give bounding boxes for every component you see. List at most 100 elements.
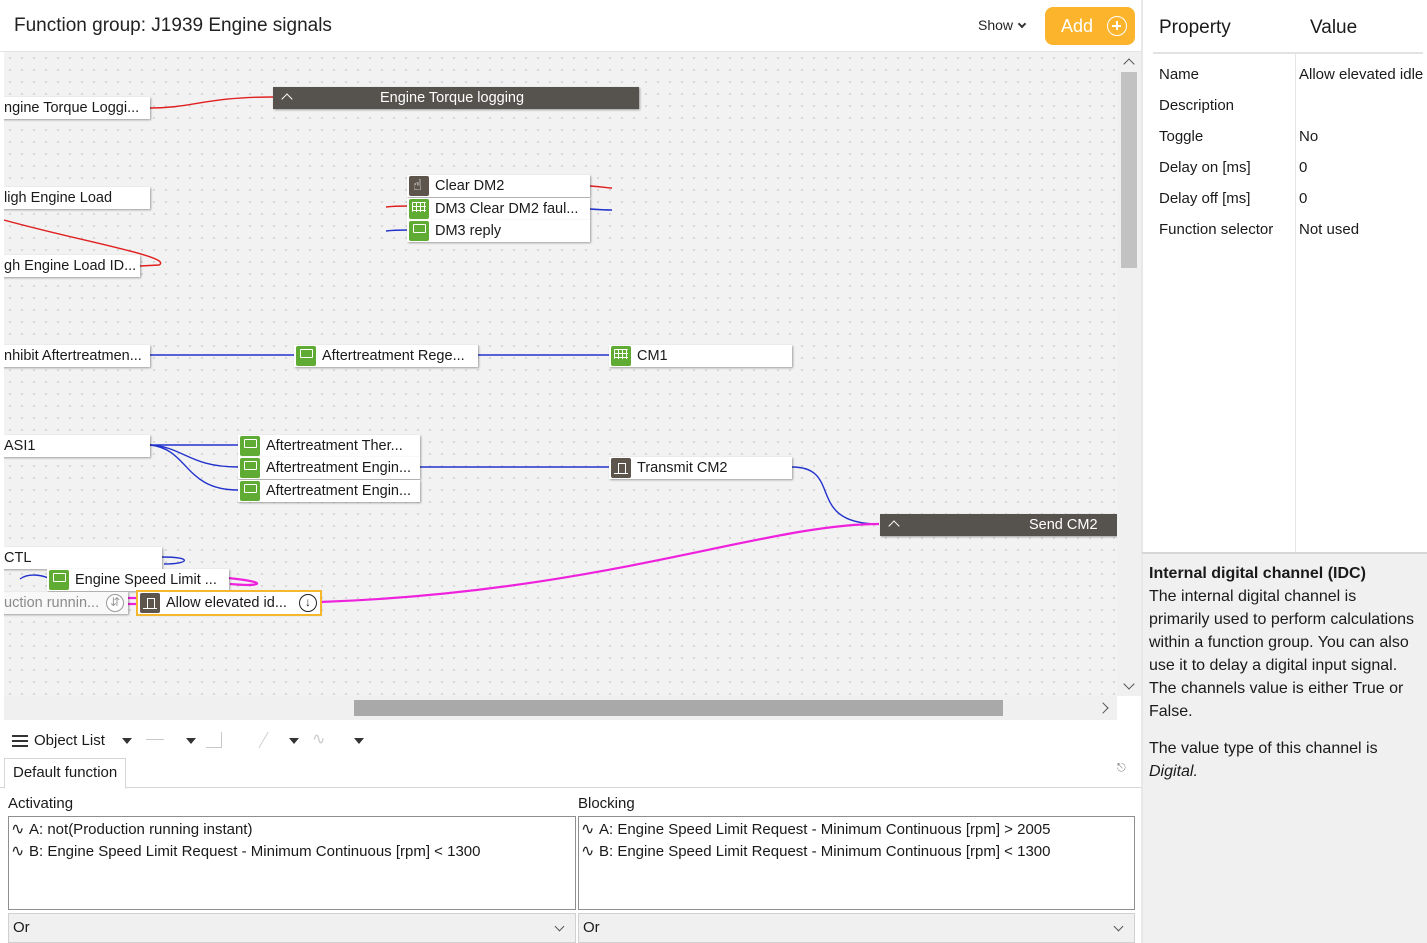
ramp-dropdown-icon[interactable] <box>289 738 299 744</box>
ramp-icon[interactable] <box>241 732 269 748</box>
function-tab-row: Default function ⎋ <box>0 758 1141 789</box>
node-aftertreatment-engin-2[interactable]: Aftertreatment Engin... <box>238 480 420 502</box>
node-high-engine-load[interactable]: ligh Engine Load <box>4 187 150 209</box>
wire-dm3-blue-out <box>589 208 613 211</box>
operator-value: Or <box>13 919 30 936</box>
node-engine-speed-limit[interactable]: Engine Speed Limit ... <box>47 569 229 591</box>
channel-icon <box>409 221 429 241</box>
property-row-delay-off[interactable]: Delay off [ms] 0 <box>1159 190 1307 212</box>
blocking-conditions[interactable]: ∿ A: Engine Speed Limit Request - Minimum… <box>578 816 1135 910</box>
condition-text: A: not(Production running instant) <box>29 821 253 838</box>
wire-ctl <box>161 556 185 565</box>
scroll-right-icon[interactable] <box>1097 702 1109 714</box>
property-key: Toggle <box>1159 128 1204 145</box>
pulse-icon <box>140 593 160 613</box>
condition-row[interactable]: ∿ B: Engine Speed Limit Request - Minimum… <box>581 841 1050 863</box>
property-key: Name <box>1159 66 1200 83</box>
chevron-up-icon <box>888 520 900 532</box>
show-label: Show <box>978 17 1014 33</box>
node-label: Aftertreatment Ther... <box>266 438 403 454</box>
node-label: Aftertreatment Rege... <box>322 348 465 364</box>
tab-default-function[interactable]: Default function <box>4 758 127 789</box>
hand-icon <box>409 175 429 197</box>
up-down-icon[interactable]: ⇵ <box>106 594 124 612</box>
wire-dm3-reply <box>385 229 409 232</box>
group-engine-torque-logging[interactable]: Engine Torque logging <box>273 87 639 109</box>
property-row-description[interactable]: Description <box>1159 97 1234 119</box>
property-value[interactable]: Not used <box>1299 221 1359 238</box>
show-dropdown[interactable]: Show <box>978 17 1027 33</box>
scroll-thumb[interactable] <box>354 700 1003 716</box>
wave-icon[interactable]: ∿ <box>312 729 325 748</box>
step-icon[interactable] <box>206 732 222 748</box>
scroll-down-icon[interactable] <box>1123 678 1135 690</box>
condition-row[interactable]: ∿ A: Engine Speed Limit Request - Minimum… <box>581 819 1050 841</box>
scroll-thumb[interactable] <box>1121 72 1137 268</box>
line-style-icon[interactable] <box>146 739 164 755</box>
node-high-engine-load-id[interactable]: gh Engine Load ID... <box>4 255 140 277</box>
node-allow-elevated-idle[interactable]: Allow elevated id... ↓ <box>136 590 322 616</box>
property-row-name[interactable]: Name Allow elevated idle <box>1159 66 1423 88</box>
node-label: Allow elevated id... <box>166 595 287 611</box>
object-list-dropdown-icon[interactable] <box>122 738 132 744</box>
grid-icon <box>409 199 429 219</box>
node-transmit-cm2[interactable]: Transmit CM2 <box>609 457 792 479</box>
help-value-type: The value type of this channel is Digita… <box>1149 737 1421 783</box>
blocking-operator-select[interactable]: Or <box>578 913 1135 943</box>
object-list-button[interactable]: Object List <box>12 732 105 749</box>
property-key: Function selector <box>1159 221 1274 238</box>
wire-speed-in <box>19 574 49 580</box>
node-label: CTL <box>4 550 32 566</box>
activating-operator-select[interactable]: Or <box>8 913 576 943</box>
property-value[interactable]: 0 <box>1299 159 1307 176</box>
group-send-cm2[interactable]: Send CM2 <box>880 514 1117 536</box>
wave-icon: ∿ <box>11 843 25 860</box>
channel-icon <box>240 436 260 456</box>
scroll-up-icon[interactable] <box>1123 58 1135 70</box>
node-label: DM3 Clear DM2 faul... <box>435 201 579 217</box>
line-style-dropdown-icon[interactable] <box>186 738 196 744</box>
node-inhibit-aftertreatment[interactable]: nhibit Aftertreatmen... <box>4 345 150 367</box>
property-row-delay-on[interactable]: Delay on [ms] 0 <box>1159 159 1307 181</box>
chevron-down-icon <box>554 921 565 932</box>
property-value[interactable]: No <box>1299 128 1318 145</box>
node-aftertreatment-ther[interactable]: Aftertreatment Ther... <box>238 435 420 457</box>
property-value[interactable]: Allow elevated idle <box>1299 66 1423 83</box>
node-ctl[interactable]: CTL <box>4 547 162 569</box>
property-row-function-selector[interactable]: Function selector Not used <box>1159 221 1359 243</box>
property-key: Delay on [ms] <box>1159 159 1251 176</box>
node-label: Aftertreatment Engin... <box>266 460 412 476</box>
wave-icon: ∿ <box>581 821 595 838</box>
add-button[interactable]: Add <box>1045 7 1135 45</box>
node-cm1[interactable]: CM1 <box>609 345 792 367</box>
node-engine-torque-logging[interactable]: ngine Torque Loggi... <box>4 97 150 119</box>
node-aftertreatment-engin-1[interactable]: Aftertreatment Engin... <box>238 457 420 479</box>
group-label: Engine Torque logging <box>380 90 525 106</box>
node-production-running[interactable]: uction runnin... ⇵ <box>4 592 128 614</box>
node-label: ngine Torque Loggi... <box>4 100 140 116</box>
node-label: CM1 <box>637 348 668 364</box>
channel-icon <box>49 570 69 590</box>
horizontal-scrollbar[interactable] <box>4 696 1117 720</box>
vertical-scrollbar[interactable] <box>1117 52 1141 696</box>
wave-dropdown-icon[interactable] <box>354 738 364 744</box>
wave-icon: ∿ <box>581 843 595 860</box>
property-row-toggle[interactable]: Toggle No <box>1159 128 1318 150</box>
node-clear-dm2[interactable]: Clear DM2 <box>407 175 590 197</box>
header-bar: Function group: J1939 Engine signals Sho… <box>0 0 1141 52</box>
diagram-canvas[interactable]: Engine Torque logging Send CM2 ngine Tor… <box>4 52 1117 696</box>
node-dm3-reply[interactable]: DM3 reply <box>407 220 590 242</box>
list-icon <box>12 735 28 748</box>
object-list-label: Object List <box>34 732 105 749</box>
condition-row[interactable]: ∿ A: not(Production running instant) <box>11 819 252 841</box>
node-aftertreatment-rege[interactable]: Aftertreatment Rege... <box>294 345 478 367</box>
activating-conditions[interactable]: ∿ A: not(Production running instant) ∿ B: … <box>8 816 576 910</box>
property-value[interactable]: 0 <box>1299 190 1307 207</box>
pin-icon[interactable]: ⎋ <box>1117 762 1127 774</box>
node-asi1[interactable]: ASI1 <box>4 435 150 457</box>
condition-row[interactable]: ∿ B: Engine Speed Limit Request - Minimum… <box>11 841 480 863</box>
node-dm3-clear-dm2-fault[interactable]: DM3 Clear DM2 faul... <box>407 198 590 220</box>
help-body: The internal digital channel is primaril… <box>1149 588 1414 720</box>
condition-text: B: Engine Speed Limit Request - Minimum … <box>599 843 1051 860</box>
arrow-down-circle-icon[interactable]: ↓ <box>299 594 317 612</box>
